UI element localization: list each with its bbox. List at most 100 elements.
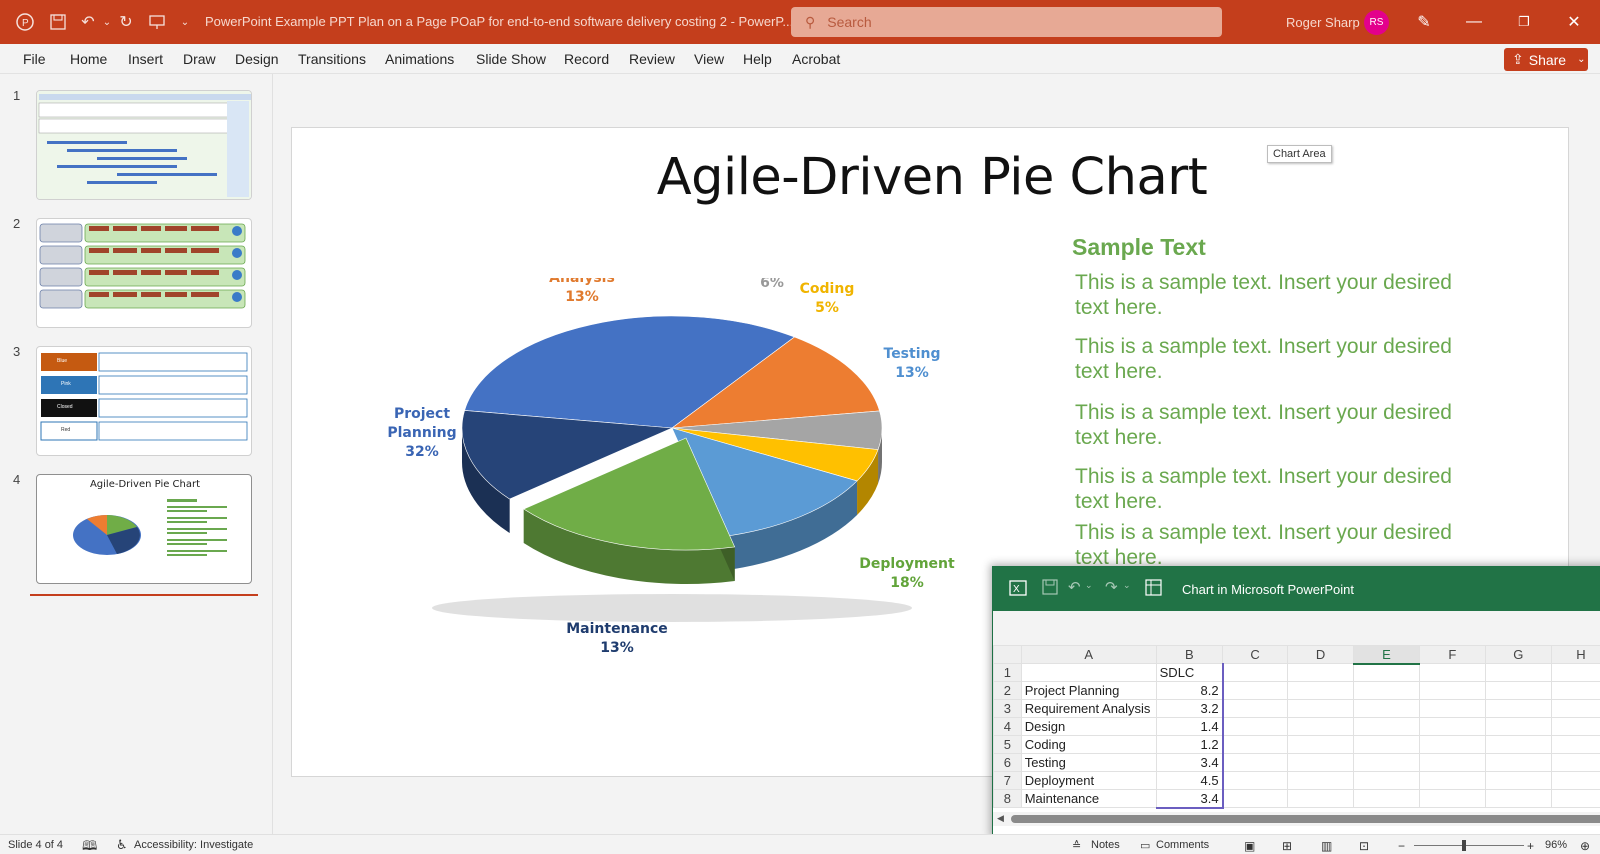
scroll-left-icon[interactable]: ◀ xyxy=(997,813,1004,824)
row-header[interactable]: 4 xyxy=(993,717,1022,736)
tab-view[interactable]: View xyxy=(694,51,724,67)
zoom-slider[interactable] xyxy=(1414,845,1524,846)
empty-cell[interactable] xyxy=(1353,771,1420,790)
empty-cell[interactable] xyxy=(1484,735,1552,754)
empty-cell[interactable] xyxy=(1287,699,1355,718)
empty-cell[interactable] xyxy=(1353,663,1420,682)
tab-insert[interactable]: Insert xyxy=(128,51,163,67)
empty-cell[interactable] xyxy=(1287,789,1355,808)
reading-view-icon[interactable]: ▥ xyxy=(1321,839,1332,853)
spreadsheet-grid[interactable]: A B C D E F G H 1 SDLC 2 Project Planning 8.… xyxy=(993,645,1600,809)
designer-pen-icon[interactable]: ✎ xyxy=(1414,12,1434,32)
column-header[interactable]: H xyxy=(1550,645,1600,664)
data-label[interactable]: Design6% xyxy=(745,278,799,291)
empty-cell[interactable] xyxy=(1353,753,1420,772)
tab-acrobat[interactable]: Acrobat xyxy=(792,51,840,67)
empty-cell[interactable] xyxy=(1222,699,1289,718)
accessibility-status[interactable]: Accessibility: Investigate xyxy=(134,839,253,851)
empty-cell[interactable] xyxy=(1484,717,1552,736)
slide-thumbnail-3[interactable]: Blue Pink Closed Red xyxy=(36,346,252,456)
tab-record[interactable]: Record xyxy=(564,51,609,67)
empty-cell[interactable] xyxy=(1418,735,1486,754)
row-header[interactable]: 8 xyxy=(993,789,1022,808)
tab-animations[interactable]: Animations xyxy=(385,51,454,67)
empty-cell[interactable] xyxy=(1484,753,1552,772)
cell-value[interactable]: 8.2 xyxy=(1155,681,1224,700)
tab-transitions[interactable]: Transitions xyxy=(298,51,366,67)
empty-cell[interactable] xyxy=(1418,699,1486,718)
empty-cell[interactable] xyxy=(1418,717,1486,736)
cell-category[interactable]: Requirement Analysis xyxy=(1020,699,1157,718)
scrollbar-thumb[interactable] xyxy=(1011,815,1600,823)
restore-icon[interactable]: ❐ xyxy=(1514,12,1534,32)
empty-cell[interactable] xyxy=(1484,681,1552,700)
present-icon[interactable] xyxy=(146,11,168,33)
empty-cell[interactable] xyxy=(1418,663,1486,682)
slide-thumbnail-2[interactable] xyxy=(36,218,252,328)
column-header[interactable]: F xyxy=(1418,645,1486,664)
data-label[interactable]: Project Planning 32% xyxy=(387,406,456,460)
empty-cell[interactable] xyxy=(1222,663,1289,682)
user-name[interactable]: Roger Sharp xyxy=(1286,15,1360,30)
tab-file[interactable]: File xyxy=(23,51,46,67)
empty-cell[interactable] xyxy=(1418,771,1486,790)
empty-cell[interactable] xyxy=(1484,699,1552,718)
zoom-slider-thumb[interactable] xyxy=(1462,840,1466,851)
slide-thumbnail-1[interactable] xyxy=(36,90,252,200)
empty-cell[interactable] xyxy=(1550,735,1600,754)
search-box[interactable]: ⚲ Search xyxy=(791,7,1222,37)
empty-cell[interactable] xyxy=(1484,771,1552,790)
zoom-level[interactable]: 96% xyxy=(1545,839,1567,851)
cell-value[interactable]: 4.5 xyxy=(1155,771,1224,790)
empty-cell[interactable] xyxy=(1418,753,1486,772)
accessibility-icon[interactable]: ♿︎ xyxy=(116,837,128,853)
empty-cell[interactable] xyxy=(1222,735,1289,754)
notes-button[interactable]: Notes xyxy=(1091,839,1120,851)
column-header[interactable]: D xyxy=(1287,645,1355,664)
tab-home[interactable]: Home xyxy=(70,51,107,67)
data-label[interactable]: Deployment 18% xyxy=(859,556,955,591)
data-label[interactable]: RequirementAnalysis13% xyxy=(531,278,634,305)
cell-category[interactable]: Design xyxy=(1020,717,1157,736)
tab-review[interactable]: Review xyxy=(629,51,675,67)
pie-chart[interactable]: ProjectPlanning32% RequirementAnalysis13%… xyxy=(352,278,992,778)
row-header[interactable]: 7 xyxy=(993,771,1022,790)
row-header[interactable]: 5 xyxy=(993,735,1022,754)
cell-category[interactable]: Maintenance xyxy=(1020,789,1157,808)
comments-button[interactable]: Comments xyxy=(1156,839,1209,851)
data-label[interactable]: Coding 5% xyxy=(800,281,855,316)
empty-cell[interactable] xyxy=(1222,681,1289,700)
empty-cell[interactable] xyxy=(1550,699,1600,718)
empty-cell[interactable] xyxy=(1550,717,1600,736)
empty-cell[interactable] xyxy=(1287,663,1355,682)
cell-value[interactable]: 1.2 xyxy=(1155,735,1224,754)
spelling-book-icon[interactable]: 🕮 xyxy=(82,837,97,854)
row-header[interactable]: 6 xyxy=(993,753,1022,772)
empty-cell[interactable] xyxy=(1550,789,1600,808)
cell-category[interactable]: Testing xyxy=(1020,753,1157,772)
empty-cell[interactable] xyxy=(1287,681,1355,700)
tab-design[interactable]: Design xyxy=(235,51,279,67)
empty-cell[interactable] xyxy=(1418,789,1486,808)
empty-cell[interactable] xyxy=(1550,771,1600,790)
notes-icon[interactable]: ≙ xyxy=(1072,839,1081,852)
cell-category[interactable]: Project Planning xyxy=(1020,681,1157,700)
empty-cell[interactable] xyxy=(1353,717,1420,736)
empty-cell[interactable] xyxy=(1353,789,1420,808)
empty-cell[interactable] xyxy=(1287,735,1355,754)
customize-toolbar-icon[interactable]: ⌄ xyxy=(174,11,196,33)
empty-cell[interactable] xyxy=(1484,663,1552,682)
empty-cell[interactable] xyxy=(1287,753,1355,772)
empty-cell[interactable] xyxy=(1222,789,1289,808)
cell-value[interactable]: 3.4 xyxy=(1155,753,1224,772)
tab-slide-show[interactable]: Slide Show xyxy=(476,51,546,67)
cell-value[interactable]: SDLC xyxy=(1155,663,1224,682)
slide-thumbnail-4[interactable]: Agile-Driven Pie Chart xyxy=(36,474,252,584)
close-icon[interactable]: ✕ xyxy=(1564,12,1584,32)
cell-value[interactable]: 3.4 xyxy=(1155,789,1224,809)
excel-chart-data-window[interactable]: X ↶ ⌄ ↷ ⌄ Chart in Microsoft PowerPoint … xyxy=(992,566,1600,840)
cell-value[interactable]: 3.2 xyxy=(1155,699,1224,718)
empty-cell[interactable] xyxy=(1287,771,1355,790)
cell-category[interactable] xyxy=(1020,663,1157,682)
fit-to-window-icon[interactable]: ⊕ xyxy=(1580,839,1590,853)
